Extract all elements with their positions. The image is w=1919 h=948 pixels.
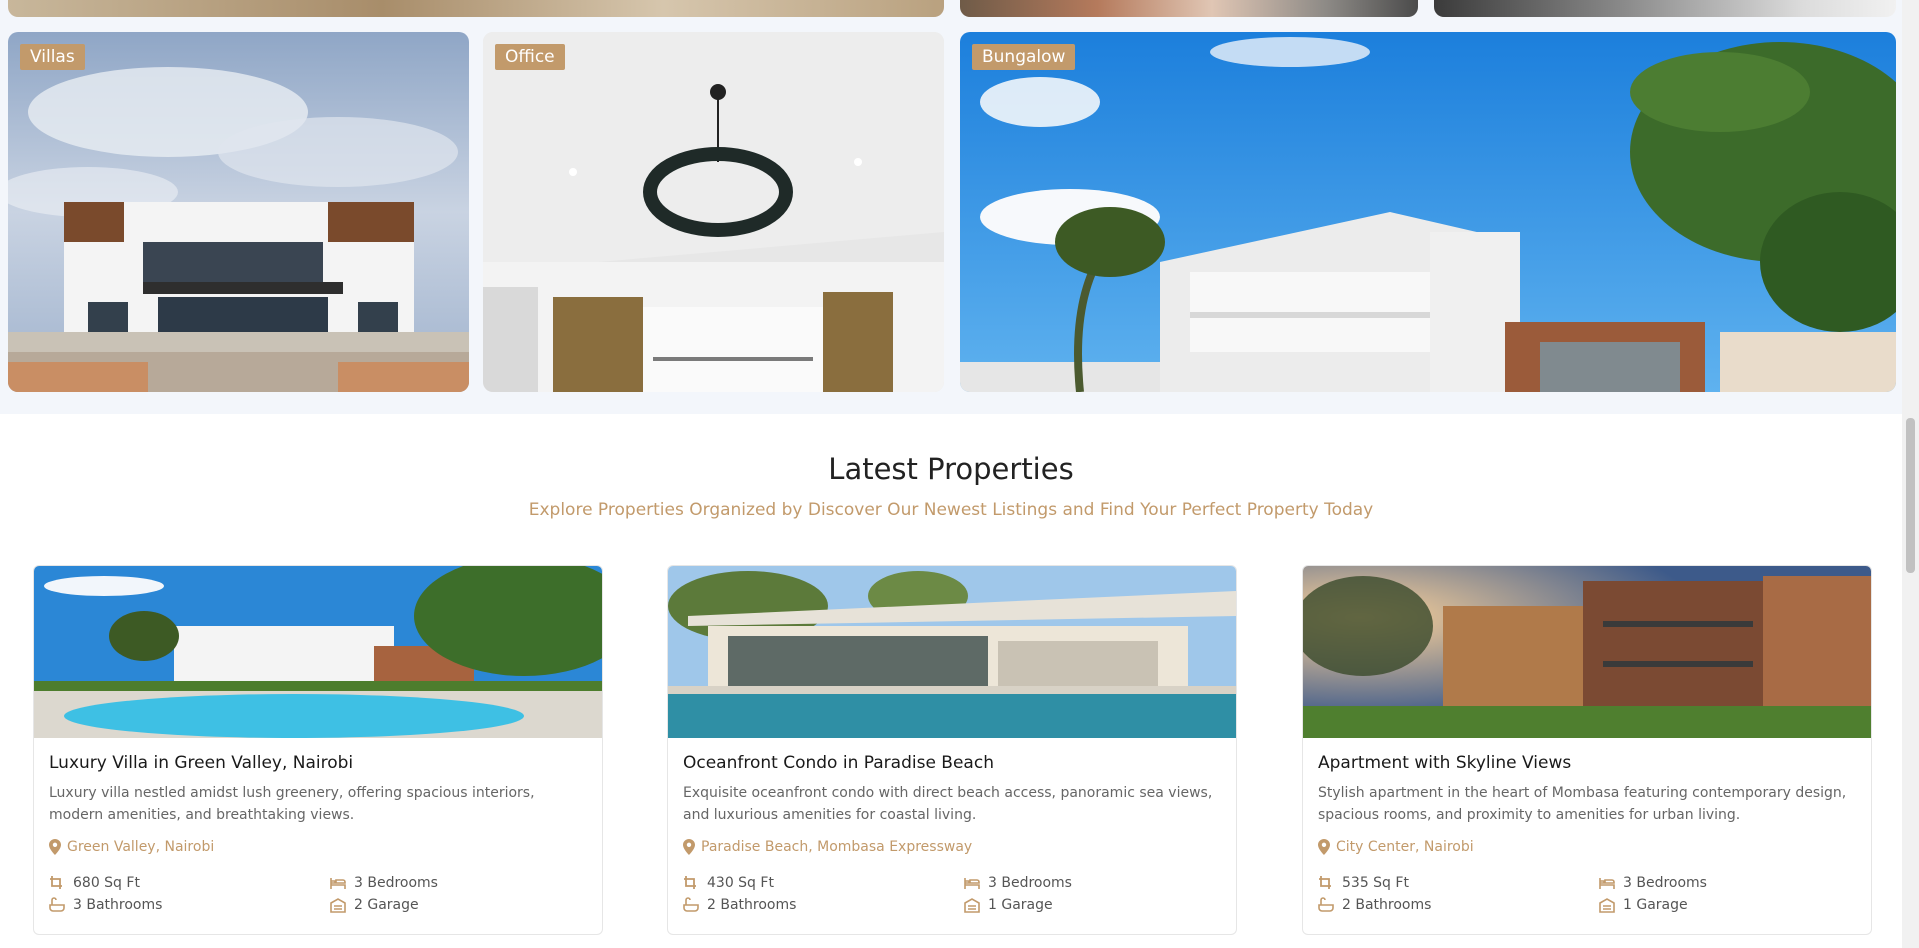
villa-image — [8, 32, 469, 392]
area-icon — [684, 876, 696, 889]
property-card[interactable]: Luxury Villa in Green Valley, Nairobi Lu… — [33, 565, 603, 935]
bath-icon — [683, 897, 699, 912]
category-image-partial[interactable] — [1434, 0, 1896, 17]
bathrooms-value: 2 Bathrooms — [1342, 897, 1432, 913]
office-image — [483, 32, 944, 392]
property-image[interactable] — [668, 566, 1236, 738]
category-card-office[interactable]: Office — [483, 32, 944, 392]
garage-value: 1 Garage — [988, 897, 1053, 913]
bath-icon — [49, 897, 65, 912]
garage-icon — [330, 898, 346, 913]
bathrooms-value: 3 Bathrooms — [73, 897, 163, 913]
map-pin-icon — [49, 839, 61, 855]
area-value: 680 Sq Ft — [73, 875, 140, 891]
bungalow-image — [960, 32, 1896, 392]
bedrooms-value: 3 Bedrooms — [1623, 875, 1707, 891]
bed-icon — [330, 878, 346, 889]
category-image-partial[interactable] — [960, 0, 1418, 17]
bath-icon — [1318, 897, 1334, 912]
bedrooms-value: 3 Bedrooms — [354, 875, 438, 891]
property-title[interactable]: Apartment with Skyline Views — [1318, 753, 1571, 773]
bedrooms-value: 3 Bedrooms — [988, 875, 1072, 891]
feature-area: 430 Sq Ft — [683, 875, 774, 891]
location-text: Paradise Beach, Mombasa Expressway — [701, 839, 973, 855]
area-value: 535 Sq Ft — [1342, 875, 1409, 891]
area-icon — [50, 876, 62, 889]
property-categories-section: Villas Office Bungalow — [0, 0, 1902, 414]
garage-value: 1 Garage — [1623, 897, 1688, 913]
map-pin-icon — [1318, 839, 1330, 855]
feature-garage: 2 Garage — [330, 897, 419, 913]
property-description: Exquisite oceanfront condo with direct b… — [683, 785, 1213, 823]
feature-bedrooms: 3 Bedrooms — [964, 875, 1072, 891]
category-label: Villas — [20, 44, 85, 70]
property-card[interactable]: Oceanfront Condo in Paradise Beach Exqui… — [667, 565, 1237, 935]
property-location: City Center, Nairobi — [1318, 839, 1474, 855]
category-image-partial[interactable] — [8, 0, 944, 17]
property-card[interactable]: Apartment with Skyline Views Stylish apa… — [1302, 565, 1872, 935]
bathrooms-value: 2 Bathrooms — [707, 897, 797, 913]
property-title[interactable]: Oceanfront Condo in Paradise Beach — [683, 753, 994, 773]
location-text: City Center, Nairobi — [1336, 839, 1474, 855]
property-image[interactable] — [34, 566, 602, 738]
garage-value: 2 Garage — [354, 897, 419, 913]
feature-garage: 1 Garage — [964, 897, 1053, 913]
feature-area: 680 Sq Ft — [49, 875, 140, 891]
category-card-bungalow[interactable]: Bungalow — [960, 32, 1896, 392]
property-image[interactable] — [1303, 566, 1871, 738]
scrollbar-thumb[interactable] — [1906, 418, 1915, 573]
property-location: Paradise Beach, Mombasa Expressway — [683, 839, 972, 855]
feature-area: 535 Sq Ft — [1318, 875, 1409, 891]
property-description: Stylish apartment in the heart of Mombas… — [1318, 785, 1847, 823]
feature-bathrooms: 2 Bathrooms — [683, 897, 796, 913]
bed-icon — [1599, 878, 1615, 889]
map-pin-icon — [683, 839, 695, 855]
section-subtitle: Explore Properties Organized by Discover… — [528, 500, 1374, 520]
area-icon — [1319, 876, 1331, 889]
feature-bedrooms: 3 Bedrooms — [330, 875, 438, 891]
category-card-villas[interactable]: Villas — [8, 32, 469, 392]
feature-bathrooms: 3 Bathrooms — [49, 897, 162, 913]
property-title[interactable]: Luxury Villa in Green Valley, Nairobi — [49, 753, 353, 773]
category-label: Office — [495, 44, 565, 70]
area-value: 430 Sq Ft — [707, 875, 774, 891]
feature-bathrooms: 2 Bathrooms — [1318, 897, 1431, 913]
bed-icon — [964, 878, 980, 889]
category-label: Bungalow — [972, 44, 1076, 70]
garage-icon — [964, 898, 980, 913]
page-scrollbar[interactable] — [1902, 0, 1919, 948]
section-title: Latest Properties — [828, 452, 1074, 486]
feature-bedrooms: 3 Bedrooms — [1599, 875, 1707, 891]
feature-garage: 1 Garage — [1599, 897, 1688, 913]
property-description: Luxury villa nestled amidst lush greener… — [49, 785, 535, 823]
property-location: Green Valley, Nairobi — [49, 839, 214, 855]
location-text: Green Valley, Nairobi — [67, 839, 215, 855]
garage-icon — [1599, 898, 1615, 913]
